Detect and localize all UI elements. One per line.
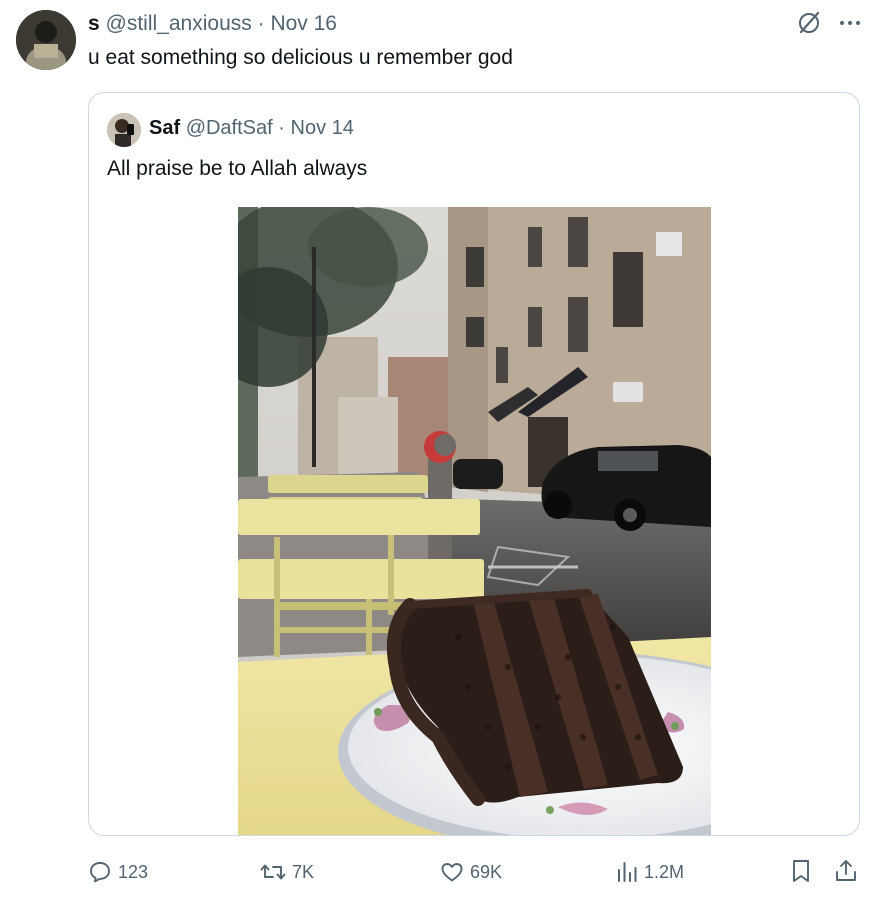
quoted-handle[interactable]: @DaftSaf	[186, 117, 273, 139]
heart-icon	[441, 863, 463, 882]
quoted-photo[interactable]	[238, 207, 711, 835]
quoted-separator: ·	[278, 117, 285, 139]
avatar-image	[16, 10, 76, 70]
reply-count: 123	[118, 862, 149, 882]
repost-count: 7K	[292, 862, 315, 882]
quoted-header: Saf @DaftSaf · Nov 14	[149, 115, 354, 141]
header-separator: ·	[257, 12, 265, 35]
grok-icon[interactable]	[796, 10, 822, 36]
views-button[interactable]: 1.2M	[616, 858, 684, 886]
author-handle[interactable]: @still_anxiouss	[106, 12, 252, 35]
reply-icon	[90, 862, 110, 883]
quoted-avatar-image	[107, 113, 141, 147]
views-count: 1.2M	[644, 862, 685, 882]
share-button[interactable]	[834, 858, 858, 884]
like-button[interactable]: 69K	[440, 858, 502, 886]
more-icon[interactable]	[838, 11, 862, 35]
post-header: s @still_anxiouss · Nov 16	[88, 11, 337, 37]
quoted-display-name[interactable]: Saf	[149, 117, 180, 139]
author-avatar[interactable]	[16, 10, 76, 70]
quoted-post[interactable]: Saf @DaftSaf · Nov 14 All praise be to A…	[88, 92, 860, 836]
repost-icon	[260, 864, 286, 880]
post-text: u eat something so delicious u remember …	[88, 46, 513, 69]
views-icon	[618, 862, 637, 882]
reply-button[interactable]: 123	[88, 858, 148, 886]
quoted-author-avatar[interactable]	[107, 113, 141, 147]
top-actions	[796, 10, 862, 36]
repost-button[interactable]: 7K	[260, 858, 314, 886]
post-date[interactable]: Nov 16	[270, 12, 337, 35]
cake-photo-illustration	[238, 207, 711, 835]
like-count: 69K	[470, 862, 503, 882]
author-display-name[interactable]: s	[88, 12, 100, 35]
bookmark-icon	[793, 860, 809, 882]
bookmark-button[interactable]	[790, 858, 812, 884]
share-icon	[836, 860, 856, 881]
action-bar: 123 7K 69K 1.2M	[88, 858, 860, 888]
quoted-text: All praise be to Allah always	[107, 157, 368, 180]
quoted-date[interactable]: Nov 14	[291, 117, 354, 139]
